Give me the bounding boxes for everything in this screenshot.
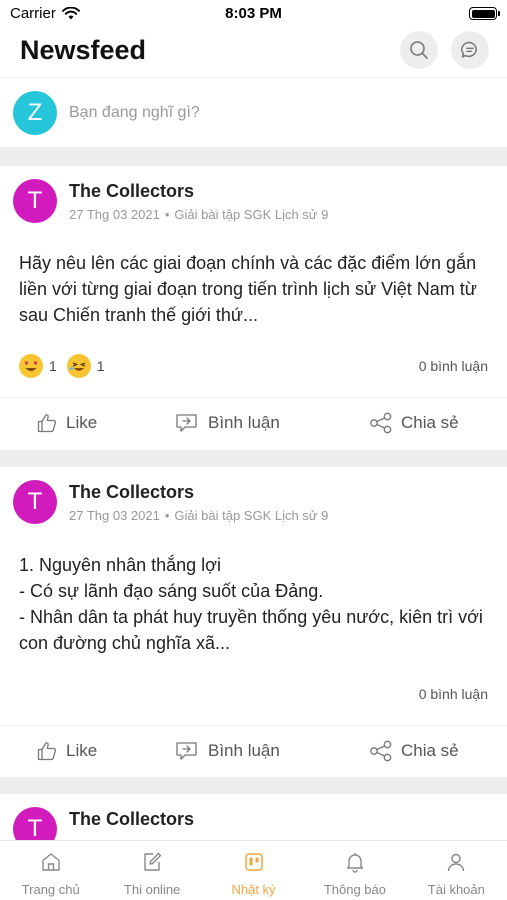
comment-count[interactable]: 0 bình luận	[419, 358, 488, 374]
section-divider	[0, 147, 507, 166]
author-avatar[interactable]: T	[13, 807, 57, 840]
tab-notifications[interactable]: Thông báo	[304, 841, 405, 900]
post-card: T The Collectors 27 Thg 03 2021 • Giải bài…	[0, 467, 507, 777]
reaction-count: 1	[96, 358, 105, 374]
post-body[interactable]: Hãy nêu lên các giai đoạn chính và các đ…	[19, 250, 489, 328]
post-category[interactable]: Giải bài tập SGK Lịch sử 9	[174, 508, 328, 523]
tab-online-test[interactable]: Thi online	[101, 841, 202, 900]
comment-icon	[176, 414, 197, 432]
section-divider	[0, 777, 507, 794]
author-name[interactable]: The Collectors	[69, 181, 194, 202]
avatar-letter: T	[27, 815, 43, 840]
bottom-tab-bar: Trang chủ Thi online Nhật ký Thông báo T…	[0, 840, 507, 900]
tab-label: Thông báo	[323, 882, 386, 897]
edit-icon	[144, 852, 162, 871]
share-icon	[370, 740, 392, 762]
share-icon	[370, 412, 392, 434]
author-name[interactable]: The Collectors	[69, 809, 194, 830]
tab-label: Trang chủ	[21, 882, 80, 897]
post-category[interactable]: Giải bài tập SGK Lịch sử 9	[174, 207, 328, 222]
battery-icon	[469, 7, 500, 20]
share-button[interactable]: Chia sẻ	[369, 412, 459, 434]
post-actions: Like Bình luận Chia sẻ	[0, 398, 507, 448]
avatar-letter: T	[27, 488, 43, 515]
messages-button[interactable]	[451, 31, 489, 69]
user-icon	[448, 853, 465, 872]
post-composer: Z	[0, 79, 507, 147]
tab-label: Thi online	[123, 882, 181, 897]
like-button[interactable]: Like	[36, 412, 97, 434]
status-input[interactable]	[69, 104, 449, 122]
status-bar: Carrier 8:03 PM	[0, 0, 507, 28]
board-icon	[244, 853, 263, 871]
thumbs-up-icon	[37, 742, 57, 761]
author-avatar[interactable]: T	[13, 179, 57, 223]
post-card: T The Collectors	[0, 794, 507, 840]
tab-home[interactable]: Trang chủ	[0, 841, 101, 900]
section-divider	[0, 450, 507, 467]
reaction-summary[interactable]: 1 1	[19, 354, 105, 378]
post-date: 27 Thg 03 2021	[69, 207, 160, 222]
bell-icon	[346, 853, 364, 873]
comment-label: Bình luận	[208, 741, 280, 760]
like-label: Like	[66, 741, 98, 760]
post-actions: Like Bình luận Chia sẻ	[0, 726, 507, 776]
app-header: Newsfeed	[0, 28, 507, 78]
reaction-count: 1	[49, 358, 57, 374]
page-title: Newsfeed	[20, 35, 147, 65]
post-body[interactable]: 1. Nguyên nhân thắng lợi - Có sự lãnh đạ…	[19, 552, 489, 656]
thumbs-up-icon	[37, 414, 57, 433]
post-meta: 27 Thg 03 2021 • Giải bài tập SGK Lịch sử …	[69, 207, 328, 222]
home-icon	[42, 853, 60, 871]
search-icon	[410, 41, 428, 59]
post-meta: 27 Thg 03 2021 • Giải bài tập SGK Lịch sử …	[69, 508, 328, 523]
share-label: Chia sẻ	[401, 741, 459, 760]
comment-button[interactable]: Bình luận	[174, 740, 280, 762]
author-name[interactable]: The Collectors	[69, 482, 194, 503]
tab-diary[interactable]: Nhật ký	[203, 841, 304, 900]
tab-account[interactable]: Tài khoản	[406, 841, 507, 900]
status-time: 8:03 PM	[225, 5, 282, 22]
avatar-letter: Z	[27, 99, 43, 126]
meta-separator: •	[164, 207, 170, 222]
post-card: T The Collectors 27 Thg 03 2021 • Giải bài…	[0, 166, 507, 450]
avatar-letter: T	[27, 187, 43, 214]
author-avatar[interactable]: T	[13, 480, 57, 524]
comment-label: Bình luận	[208, 413, 280, 432]
meta-separator: •	[164, 508, 170, 523]
like-label: Like	[66, 413, 98, 432]
share-label: Chia sẻ	[401, 413, 459, 432]
search-button[interactable]	[400, 31, 438, 69]
like-button[interactable]: Like	[36, 740, 97, 762]
heart-eyes-emoji-icon	[19, 354, 43, 378]
share-button[interactable]: Chia sẻ	[369, 740, 459, 762]
post-date: 27 Thg 03 2021	[69, 508, 160, 523]
tab-label: Nhật ký	[231, 882, 276, 897]
laughing-emoji-icon	[66, 354, 91, 378]
comment-count[interactable]: 0 bình luận	[419, 686, 488, 702]
avatar[interactable]: Z	[13, 91, 57, 135]
chat-icon	[461, 41, 477, 58]
tab-label: Tài khoản	[427, 882, 485, 897]
comment-icon	[176, 742, 197, 760]
comment-button[interactable]: Bình luận	[174, 412, 280, 434]
